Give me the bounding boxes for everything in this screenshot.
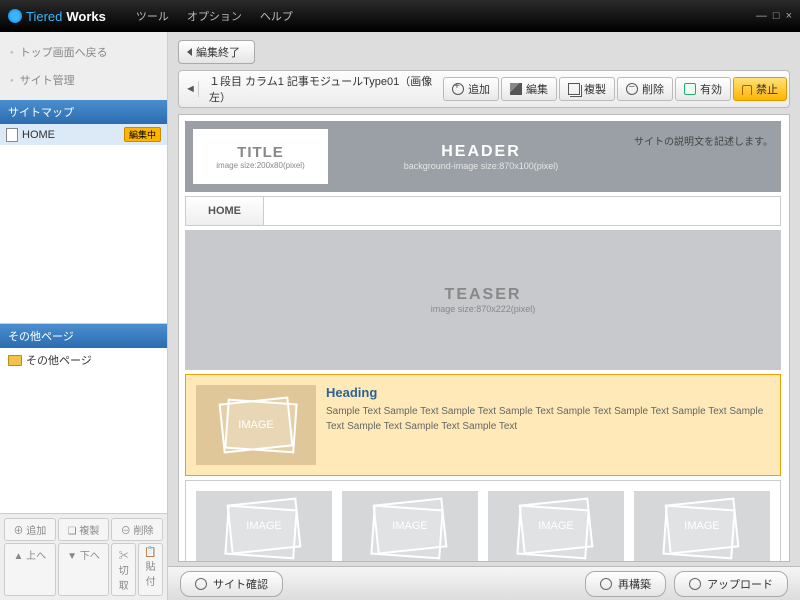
image-placeholder: IMAGE	[342, 491, 478, 561]
sb-add-button[interactable]: ⊕ 追加	[4, 518, 56, 541]
logo-icon	[8, 9, 22, 23]
lock-icon	[742, 85, 752, 95]
article-heading: Heading	[326, 385, 770, 400]
folder-icon	[8, 355, 22, 366]
sitemap-tree: HOME 編集中	[0, 124, 167, 324]
duplicate-button[interactable]: 複製	[559, 77, 615, 101]
window-controls: — □ ×	[756, 10, 792, 22]
sb-down-button[interactable]: ▼ 下へ	[58, 543, 110, 596]
upload-icon	[689, 578, 701, 590]
sitemap-header: サイトマップ	[0, 100, 167, 124]
grid-cell: IMAGE Heading	[342, 491, 478, 562]
image-placeholder: IMAGE	[488, 491, 624, 561]
sidebar: トップ画面へ戻る サイト管理 サイトマップ HOME 編集中 その他ページ その…	[0, 32, 168, 600]
upload-button[interactable]: アップロード	[674, 571, 788, 597]
titlebar: Tiered Works ツール オプション ヘルプ — □ ×	[0, 0, 800, 32]
breadcrumb: １段目 カラム1 記事モジュールType01（画像左）	[201, 73, 441, 105]
copy-icon	[568, 83, 580, 95]
rebuild-button[interactable]: 再構築	[585, 571, 666, 597]
minimize-icon[interactable]: —	[756, 10, 767, 22]
sb-dup-button[interactable]: ❏ 複製	[58, 518, 110, 541]
sb-del-button[interactable]: ⊖ 削除	[111, 518, 163, 541]
nav-home[interactable]: HOME	[186, 197, 264, 225]
tree-item-home[interactable]: HOME 編集中	[0, 124, 167, 145]
header-description: サイトの説明文を記述します。	[634, 129, 773, 148]
tree-item-label: HOME	[22, 129, 55, 141]
maximize-icon[interactable]: □	[773, 10, 780, 22]
edit-icon	[510, 83, 522, 95]
grid-cell: IMAGE Heading	[488, 491, 624, 562]
title-placeholder: TITLE image size:200x80(pixel)	[193, 129, 328, 184]
add-button[interactable]: 追加	[443, 77, 499, 101]
grid-cell: IMAGE Heading	[196, 491, 332, 562]
rebuild-icon	[600, 578, 612, 590]
grid-cell: IMAGE Heading	[634, 491, 770, 562]
menu-options[interactable]: オプション	[187, 8, 242, 24]
edit-button[interactable]: 編集	[501, 77, 557, 101]
other-pages-item[interactable]: その他ページ	[0, 348, 167, 372]
minus-icon	[626, 83, 638, 95]
plus-icon	[452, 83, 464, 95]
grid-module[interactable]: IMAGE Heading IMAGE Heading IMAGE Headin…	[185, 480, 781, 562]
sb-paste-button[interactable]: 📋貼付	[138, 543, 163, 596]
app-name-2: Works	[66, 9, 106, 24]
header-placeholder: HEADER background-image size:870x100(pix…	[338, 143, 624, 171]
article-body: Sample Text Sample Text Sample Text Samp…	[326, 404, 770, 434]
page-icon	[6, 128, 18, 142]
menu-help[interactable]: ヘルプ	[260, 8, 293, 24]
end-edit-button[interactable]: 編集終了	[178, 40, 255, 64]
other-pages-header: その他ページ	[0, 324, 167, 348]
nav-block[interactable]: HOME	[185, 196, 781, 226]
app-logo: Tiered Works	[8, 9, 106, 24]
bottom-bar: サイト確認 再構築 アップロード	[168, 566, 800, 600]
sidebar-back-top[interactable]: トップ画面へ戻る	[0, 38, 167, 66]
menu-tools[interactable]: ツール	[136, 8, 169, 24]
enable-icon	[684, 83, 696, 95]
arrow-left-icon	[187, 48, 192, 56]
image-placeholder: IMAGE	[634, 491, 770, 561]
breadcrumb-text: １段目 カラム1 記事モジュールType01（画像左）	[209, 73, 433, 105]
page-canvas: TITLE image size:200x80(pixel) HEADER ba…	[179, 115, 787, 562]
app-name-1: Tiered	[26, 9, 62, 24]
header-block[interactable]: TITLE image size:200x80(pixel) HEADER ba…	[185, 121, 781, 192]
sb-up-button[interactable]: ▲ 上へ	[4, 543, 56, 596]
sb-cut-button[interactable]: ✂切取	[111, 543, 136, 596]
teaser-block[interactable]: TEASER image size:870x222(pixel)	[185, 230, 781, 370]
article-module-selected[interactable]: IMAGE Heading Sample Text Sample Text Sa…	[185, 374, 781, 476]
canvas-scroll[interactable]: TITLE image size:200x80(pixel) HEADER ba…	[178, 114, 790, 562]
delete-button[interactable]: 削除	[617, 77, 673, 101]
sidebar-site-mgmt[interactable]: サイト管理	[0, 66, 167, 94]
disable-button[interactable]: 禁止	[733, 77, 787, 101]
module-toolbar: ◄ １段目 カラム1 記事モジュールType01（画像左） 追加 編集 複製 削…	[178, 70, 790, 108]
other-pages-list: その他ページ	[0, 348, 167, 513]
menubar: ツール オプション ヘルプ	[136, 8, 293, 24]
main-area: 編集終了 ◄ １段目 カラム1 記事モジュールType01（画像左） 追加 編集…	[168, 32, 800, 600]
sidebar-actions: ⊕ 追加 ❏ 複製 ⊖ 削除 ▲ 上へ ▼ 下へ ✂切取 📋貼付	[0, 513, 167, 600]
other-item-label: その他ページ	[26, 352, 92, 368]
check-icon	[195, 578, 207, 590]
enable-button[interactable]: 有効	[675, 77, 731, 101]
editing-badge: 編集中	[124, 127, 161, 142]
close-icon[interactable]: ×	[786, 10, 792, 22]
image-placeholder: IMAGE	[196, 491, 332, 561]
image-placeholder: IMAGE	[196, 385, 316, 465]
breadcrumb-back-button[interactable]: ◄	[181, 81, 199, 97]
site-check-button[interactable]: サイト確認	[180, 571, 283, 597]
